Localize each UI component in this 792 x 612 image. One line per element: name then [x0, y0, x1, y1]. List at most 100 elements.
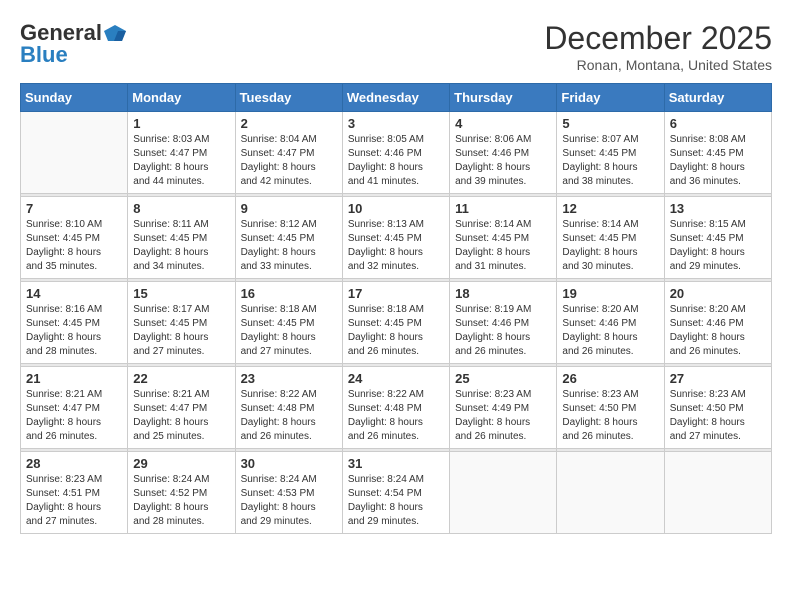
day-info: Sunrise: 8:05 AM Sunset: 4:46 PM Dayligh…: [348, 133, 444, 189]
table-row: 4 Sunrise: 8:06 AM Sunset: 4:46 PM Daylig…: [450, 112, 557, 194]
table-row: 1 Sunrise: 8:03 AM Sunset: 4:47 PM Daylig…: [128, 112, 235, 194]
table-row: 10 Sunrise: 8:13 AM Sunset: 4:45 PM Dayli…: [342, 197, 449, 279]
table-row: 19 Sunrise: 8:20 AM Sunset: 4:46 PM Dayli…: [557, 282, 664, 364]
table-row: 16Sunrise: 8:18 AM Sunset: 4:45 PM Dayli…: [235, 282, 342, 364]
day-info: Sunrise: 8:14 AM Sunset: 4:45 PM Dayligh…: [455, 218, 551, 274]
day-number: 10: [348, 201, 444, 216]
day-info: Sunrise: 8:06 AM Sunset: 4:46 PM Dayligh…: [455, 133, 551, 189]
day-number: 27: [670, 371, 766, 386]
day-info: Sunrise: 8:21 AM Sunset: 4:47 PM Dayligh…: [26, 388, 122, 444]
day-info: Sunrise: 8:11 AM Sunset: 4:45 PM Dayligh…: [133, 218, 229, 274]
day-number: 8: [133, 201, 229, 216]
day-number: 12: [562, 201, 658, 216]
table-row: 31 Sunrise: 8:24 AM Sunset: 4:54 PM Dayli…: [342, 452, 449, 534]
header-wednesday: Wednesday: [342, 84, 449, 112]
logo: General Blue: [20, 20, 128, 68]
day-info: Sunrise: 8:17 AM Sunset: 4:45 PM Dayligh…: [133, 303, 229, 359]
logo-blue: Blue: [20, 42, 68, 68]
day-number: 25: [455, 371, 551, 386]
table-row: 18 Sunrise: 8:19 AM Sunset: 4:46 PM Dayli…: [450, 282, 557, 364]
calendar-week-row: 28Sunrise: 8:23 AM Sunset: 4:51 PM Dayli…: [21, 452, 772, 534]
table-row: 2 Sunrise: 8:04 AM Sunset: 4:47 PM Daylig…: [235, 112, 342, 194]
day-number: 5: [562, 116, 658, 131]
calendar-week-row: 21 Sunrise: 8:21 AM Sunset: 4:47 PM Dayli…: [21, 367, 772, 449]
table-row: 24 Sunrise: 8:22 AM Sunset: 4:48 PM Dayli…: [342, 367, 449, 449]
day-info: Sunrise: 8:21 AM Sunset: 4:47 PM Dayligh…: [133, 388, 229, 444]
table-row: 8 Sunrise: 8:11 AM Sunset: 4:45 PM Daylig…: [128, 197, 235, 279]
day-number: 3: [348, 116, 444, 131]
table-row: 29Sunrise: 8:24 AM Sunset: 4:52 PM Dayli…: [128, 452, 235, 534]
calendar-week-row: 1 Sunrise: 8:03 AM Sunset: 4:47 PM Daylig…: [21, 112, 772, 194]
day-number: 6: [670, 116, 766, 131]
day-info: Sunrise: 8:13 AM Sunset: 4:45 PM Dayligh…: [348, 218, 444, 274]
day-number: 31: [348, 456, 444, 471]
title-block: December 2025 Ronan, Montana, United Sta…: [544, 20, 772, 73]
table-row: [557, 452, 664, 534]
day-info: Sunrise: 8:15 AM Sunset: 4:45 PM Dayligh…: [670, 218, 766, 274]
day-info: Sunrise: 8:07 AM Sunset: 4:45 PM Dayligh…: [562, 133, 658, 189]
header-tuesday: Tuesday: [235, 84, 342, 112]
day-number: 11: [455, 201, 551, 216]
table-row: 26Sunrise: 8:23 AM Sunset: 4:50 PM Dayli…: [557, 367, 664, 449]
day-number: 24: [348, 371, 444, 386]
day-number: 18: [455, 286, 551, 301]
day-number: 16: [241, 286, 337, 301]
table-row: 6 Sunrise: 8:08 AM Sunset: 4:45 PM Daylig…: [664, 112, 771, 194]
day-info: Sunrise: 8:23 AM Sunset: 4:50 PM Dayligh…: [670, 388, 766, 444]
calendar-table: Sunday Monday Tuesday Wednesday Thursday…: [20, 83, 772, 534]
day-info: Sunrise: 8:22 AM Sunset: 4:48 PM Dayligh…: [241, 388, 337, 444]
day-number: 17: [348, 286, 444, 301]
day-number: 19: [562, 286, 658, 301]
day-number: 22: [133, 371, 229, 386]
day-info: Sunrise: 8:08 AM Sunset: 4:45 PM Dayligh…: [670, 133, 766, 189]
table-row: 17 Sunrise: 8:18 AM Sunset: 4:45 PM Dayli…: [342, 282, 449, 364]
day-info: Sunrise: 8:12 AM Sunset: 4:45 PM Dayligh…: [241, 218, 337, 274]
day-info: Sunrise: 8:03 AM Sunset: 4:47 PM Dayligh…: [133, 133, 229, 189]
table-row: 25Sunrise: 8:23 AM Sunset: 4:49 PM Dayli…: [450, 367, 557, 449]
day-info: Sunrise: 8:16 AM Sunset: 4:45 PM Dayligh…: [26, 303, 122, 359]
day-number: 30: [241, 456, 337, 471]
table-row: 23Sunrise: 8:22 AM Sunset: 4:48 PM Dayli…: [235, 367, 342, 449]
day-number: 2: [241, 116, 337, 131]
month-year-title: December 2025: [544, 20, 772, 57]
logo-icon: [104, 23, 126, 43]
day-number: 4: [455, 116, 551, 131]
day-info: Sunrise: 8:24 AM Sunset: 4:54 PM Dayligh…: [348, 473, 444, 529]
calendar-week-row: 14 Sunrise: 8:16 AM Sunset: 4:45 PM Dayli…: [21, 282, 772, 364]
day-info: Sunrise: 8:19 AM Sunset: 4:46 PM Dayligh…: [455, 303, 551, 359]
table-row: 22 Sunrise: 8:21 AM Sunset: 4:47 PM Dayli…: [128, 367, 235, 449]
table-row: 20Sunrise: 8:20 AM Sunset: 4:46 PM Dayli…: [664, 282, 771, 364]
days-header-row: Sunday Monday Tuesday Wednesday Thursday…: [21, 84, 772, 112]
day-number: 14: [26, 286, 122, 301]
table-row: 7 Sunrise: 8:10 AM Sunset: 4:45 PM Daylig…: [21, 197, 128, 279]
day-number: 9: [241, 201, 337, 216]
table-row: 13Sunrise: 8:15 AM Sunset: 4:45 PM Dayli…: [664, 197, 771, 279]
day-number: 7: [26, 201, 122, 216]
day-info: Sunrise: 8:22 AM Sunset: 4:48 PM Dayligh…: [348, 388, 444, 444]
day-info: Sunrise: 8:04 AM Sunset: 4:47 PM Dayligh…: [241, 133, 337, 189]
table-row: [21, 112, 128, 194]
table-row: 5 Sunrise: 8:07 AM Sunset: 4:45 PM Daylig…: [557, 112, 664, 194]
day-info: Sunrise: 8:20 AM Sunset: 4:46 PM Dayligh…: [562, 303, 658, 359]
header-thursday: Thursday: [450, 84, 557, 112]
header-monday: Monday: [128, 84, 235, 112]
header-saturday: Saturday: [664, 84, 771, 112]
table-row: 12Sunrise: 8:14 AM Sunset: 4:45 PM Dayli…: [557, 197, 664, 279]
table-row: 15 Sunrise: 8:17 AM Sunset: 4:45 PM Dayli…: [128, 282, 235, 364]
page-header: General Blue December 2025 Ronan, Montan…: [20, 20, 772, 73]
table-row: 21 Sunrise: 8:21 AM Sunset: 4:47 PM Dayli…: [21, 367, 128, 449]
day-number: 28: [26, 456, 122, 471]
day-info: Sunrise: 8:18 AM Sunset: 4:45 PM Dayligh…: [348, 303, 444, 359]
day-info: Sunrise: 8:20 AM Sunset: 4:46 PM Dayligh…: [670, 303, 766, 359]
day-number: 21: [26, 371, 122, 386]
location-text: Ronan, Montana, United States: [544, 57, 772, 73]
day-info: Sunrise: 8:10 AM Sunset: 4:45 PM Dayligh…: [26, 218, 122, 274]
day-info: Sunrise: 8:23 AM Sunset: 4:50 PM Dayligh…: [562, 388, 658, 444]
day-number: 15: [133, 286, 229, 301]
table-row: 14 Sunrise: 8:16 AM Sunset: 4:45 PM Dayli…: [21, 282, 128, 364]
table-row: 27 Sunrise: 8:23 AM Sunset: 4:50 PM Dayli…: [664, 367, 771, 449]
table-row: 3 Sunrise: 8:05 AM Sunset: 4:46 PM Daylig…: [342, 112, 449, 194]
table-row: 9 Sunrise: 8:12 AM Sunset: 4:45 PM Daylig…: [235, 197, 342, 279]
day-number: 1: [133, 116, 229, 131]
day-info: Sunrise: 8:24 AM Sunset: 4:52 PM Dayligh…: [133, 473, 229, 529]
